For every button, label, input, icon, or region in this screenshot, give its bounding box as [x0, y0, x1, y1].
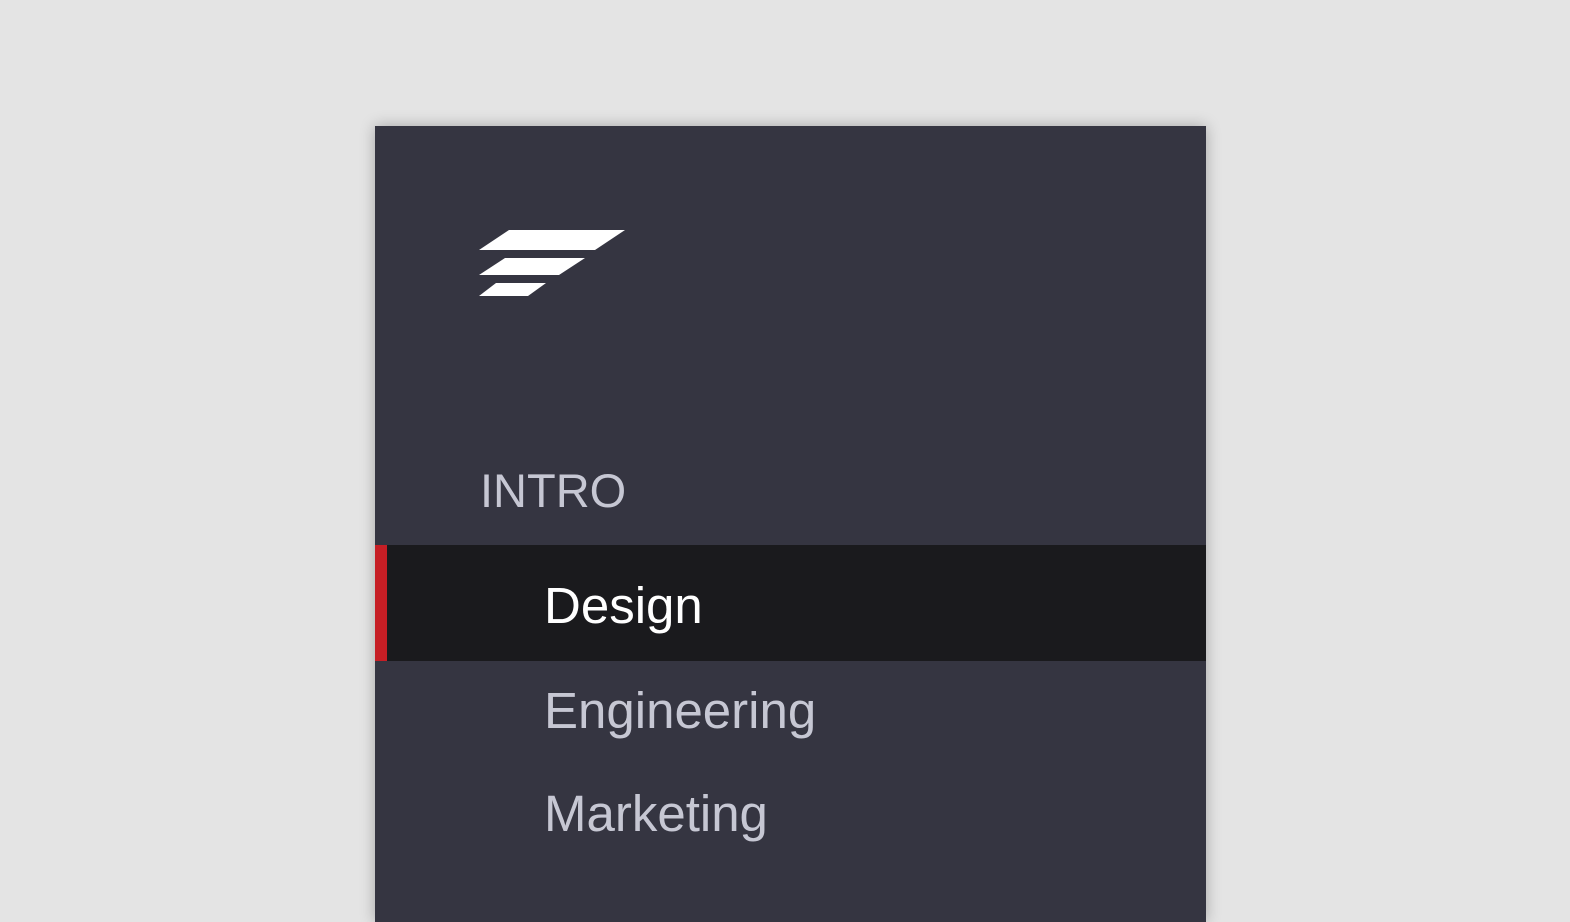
- section-heading-intro: INTRO: [480, 464, 627, 517]
- sidebar-item-label: Design: [544, 577, 703, 634]
- sidebar-item-label: Engineering: [544, 682, 817, 739]
- stripes-logo-icon: [479, 230, 625, 296]
- sidebar-item-label: Marketing: [544, 785, 768, 842]
- active-indicator: [375, 545, 387, 661]
- sidebar-item-design[interactable]: Design: [375, 545, 1206, 661]
- sidebar-item-engineering[interactable]: Engineering: [375, 650, 1206, 766]
- brand-logo-icon[interactable]: [479, 230, 625, 296]
- sidebar-item-marketing[interactable]: Marketing: [375, 753, 1206, 869]
- sidebar-nav: INTRO Design Engineering Marketing: [375, 126, 1206, 922]
